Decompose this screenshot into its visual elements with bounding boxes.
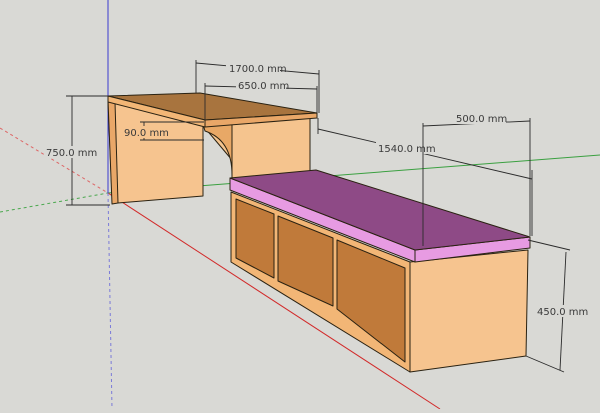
dimension-1540-label: 1540.0 mm xyxy=(378,144,436,155)
dimension-90-label: 90.0 mm xyxy=(124,128,169,139)
dimension-500-label: 500.0 mm xyxy=(456,114,507,125)
3d-modeling-viewport[interactable]: 1700.0 mm 650.0 mm 90.0 mm 750.0 mm 1540… xyxy=(0,0,600,410)
bench-right-end xyxy=(409,249,529,373)
dimension-1700-label: 1700.0 mm xyxy=(229,64,287,75)
dimension-750-label: 750.0 mm xyxy=(46,148,97,159)
dimension-650-label: 650.0 mm xyxy=(238,81,289,92)
dimension-450-label: 450.0 mm xyxy=(537,307,588,318)
